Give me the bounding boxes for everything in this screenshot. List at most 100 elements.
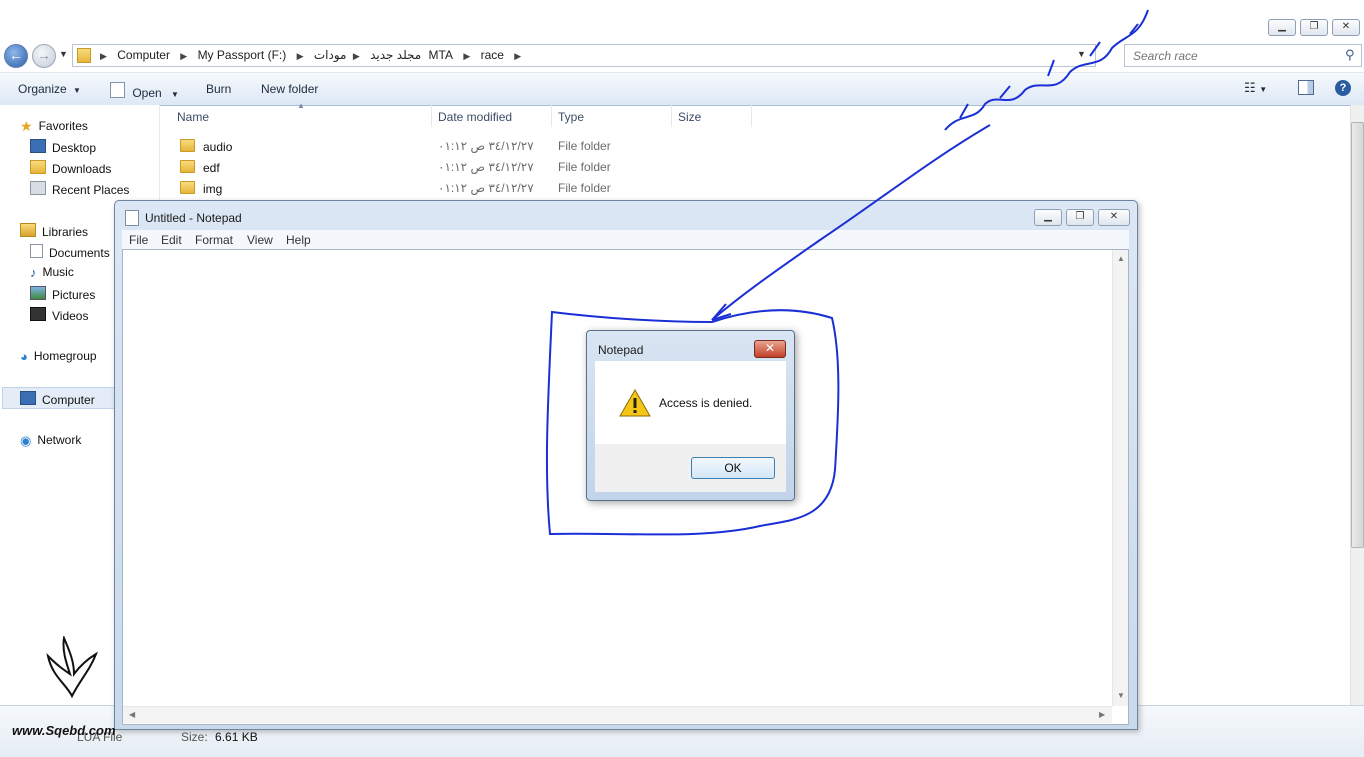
search-icon[interactable]: ⚲ <box>1345 47 1355 63</box>
folder-icon <box>180 139 195 152</box>
menu-edit[interactable]: Edit <box>161 233 182 247</box>
column-header-name[interactable]: Name <box>177 110 209 124</box>
minimize-button[interactable]: ▁ <box>1268 19 1296 36</box>
nav-music[interactable]: ♪ Music <box>30 265 74 280</box>
details-size: Size: 6.61 KB <box>181 730 258 744</box>
scrollbar-thumb[interactable] <box>1351 122 1364 548</box>
top-strip <box>0 0 1364 18</box>
details-size-label: Size: <box>181 730 208 744</box>
nav-computer[interactable]: Computer <box>20 391 95 407</box>
table-row[interactable]: audio <box>180 139 232 154</box>
nav-label: Documents <box>49 246 110 260</box>
videos-icon <box>30 307 46 321</box>
nav-label: Network <box>37 433 82 447</box>
ok-button[interactable]: OK <box>691 457 775 479</box>
nav-desktop[interactable]: Desktop <box>30 139 96 155</box>
breadcrumb-item[interactable]: My Passport (F:) <box>198 48 287 62</box>
column-divider[interactable] <box>671 105 672 127</box>
organize-button[interactable]: Organize ▼ <box>18 82 81 96</box>
menu-format[interactable]: Format <box>195 233 233 247</box>
notepad-vertical-scrollbar[interactable]: ▲ ▼ <box>1112 250 1128 706</box>
menu-file[interactable]: File <box>129 233 148 247</box>
dialog-message: Access is denied. <box>659 396 753 410</box>
computer-icon <box>20 391 36 405</box>
search-input[interactable] <box>1131 48 1335 64</box>
notepad-minimize-button[interactable]: ▁ <box>1034 209 1062 226</box>
forward-button[interactable]: → <box>32 44 56 68</box>
search-box[interactable]: ⚲ <box>1124 44 1362 67</box>
breadcrumb-item[interactable]: race <box>481 48 504 62</box>
nav-label: Desktop <box>52 141 97 155</box>
chevron-right-icon: ▶ <box>180 51 188 61</box>
nav-label: Downloads <box>52 162 112 176</box>
nav-label: Music <box>42 265 74 279</box>
close-button[interactable]: ✕ <box>1332 19 1360 36</box>
menu-view[interactable]: View <box>247 233 273 247</box>
notepad-icon <box>110 82 125 98</box>
help-icon[interactable]: ? <box>1335 80 1351 96</box>
recent-pages-dropdown-icon[interactable]: ▼ <box>59 49 68 59</box>
open-label: Open <box>132 86 162 100</box>
open-button[interactable]: Open ▼ <box>110 82 179 100</box>
notepad-icon <box>125 210 139 226</box>
watermark-site: www.Sqebd.com <box>12 723 116 738</box>
folder-icon <box>180 181 195 194</box>
column-divider[interactable] <box>551 105 552 127</box>
notepad-horizontal-scrollbar[interactable]: ◀ ▶ <box>123 706 1112 723</box>
nav-videos[interactable]: Videos <box>30 307 88 323</box>
scroll-up-icon[interactable]: ▲ <box>1117 254 1125 263</box>
scroll-left-icon[interactable]: ◀ <box>129 710 135 719</box>
column-header-size[interactable]: Size <box>678 110 701 124</box>
column-divider[interactable] <box>431 105 432 127</box>
nav-homegroup[interactable]: ◕ Homegroup <box>20 349 97 364</box>
notepad-menubar: File Edit Format View Help <box>122 230 1129 249</box>
nav-recent-places[interactable]: Recent Places <box>30 181 129 197</box>
column-header-type[interactable]: Type <box>558 110 584 124</box>
address-bar[interactable]: ▶ Computer ▶ My Passport (F:) ▶ مجلد جدي… <box>72 44 1096 67</box>
nav-downloads[interactable]: Downloads <box>30 160 111 176</box>
eagle-logo-icon <box>46 636 98 699</box>
file-type: File folder <box>558 160 611 174</box>
recent-places-icon <box>30 181 46 195</box>
dialog-close-button[interactable]: ✕ <box>754 340 786 358</box>
homegroup-icon: ◕ <box>20 349 28 364</box>
file-type: File folder <box>558 139 611 153</box>
nav-label: Videos <box>52 309 89 323</box>
nav-favorites[interactable]: ★ Favorites <box>20 118 88 134</box>
notepad-close-button[interactable]: ✕ <box>1098 209 1130 226</box>
back-button[interactable]: ← <box>4 44 28 68</box>
column-header-date-modified[interactable]: Date modified <box>438 110 512 124</box>
libraries-icon <box>20 223 36 237</box>
file-date: ٣٤/١٢/٢٧ ص ٠١:١٢ <box>438 139 534 153</box>
nav-network[interactable]: ◉ Network <box>20 433 82 448</box>
menu-help[interactable]: Help <box>286 233 311 247</box>
pictures-icon <box>30 286 46 300</box>
burn-button[interactable]: Burn <box>206 82 231 96</box>
music-icon: ♪ <box>30 265 37 280</box>
table-row[interactable]: edf <box>180 160 220 175</box>
breadcrumb-item[interactable]: مجلد جديد <box>370 48 421 62</box>
column-divider[interactable] <box>751 105 752 127</box>
preview-pane-icon[interactable] <box>1298 80 1314 95</box>
chevron-right-icon: ▶ <box>463 51 471 61</box>
explorer-titlebar: ▁ ❐ ✕ <box>0 17 1364 41</box>
maximize-button[interactable]: ❐ <box>1300 19 1328 36</box>
desktop-icon <box>30 139 46 153</box>
nav-label: Libraries <box>42 225 89 239</box>
nav-libraries[interactable]: Libraries <box>20 223 88 239</box>
chevron-right-icon: ▶ <box>514 51 522 61</box>
address-dropdown-icon[interactable]: ▼ <box>1077 49 1086 59</box>
nav-documents[interactable]: Documents <box>30 244 110 260</box>
nav-pictures[interactable]: Pictures <box>30 286 95 302</box>
folder-icon <box>77 48 91 63</box>
scroll-right-icon[interactable]: ▶ <box>1099 710 1105 719</box>
nav-label: Homegroup <box>33 349 97 363</box>
file-date: ٣٤/١٢/٢٧ ص ٠١:١٢ <box>438 160 534 174</box>
back-arrow-icon: ← <box>9 47 23 63</box>
new-folder-button[interactable]: New folder <box>261 82 318 96</box>
table-row[interactable]: img <box>180 181 222 196</box>
view-options-icon[interactable]: ☷ ▼ <box>1244 80 1267 96</box>
scroll-down-icon[interactable]: ▼ <box>1117 691 1125 700</box>
notepad-maximize-button[interactable]: ❐ <box>1066 209 1094 226</box>
breadcrumb-item[interactable]: Computer <box>117 48 170 62</box>
